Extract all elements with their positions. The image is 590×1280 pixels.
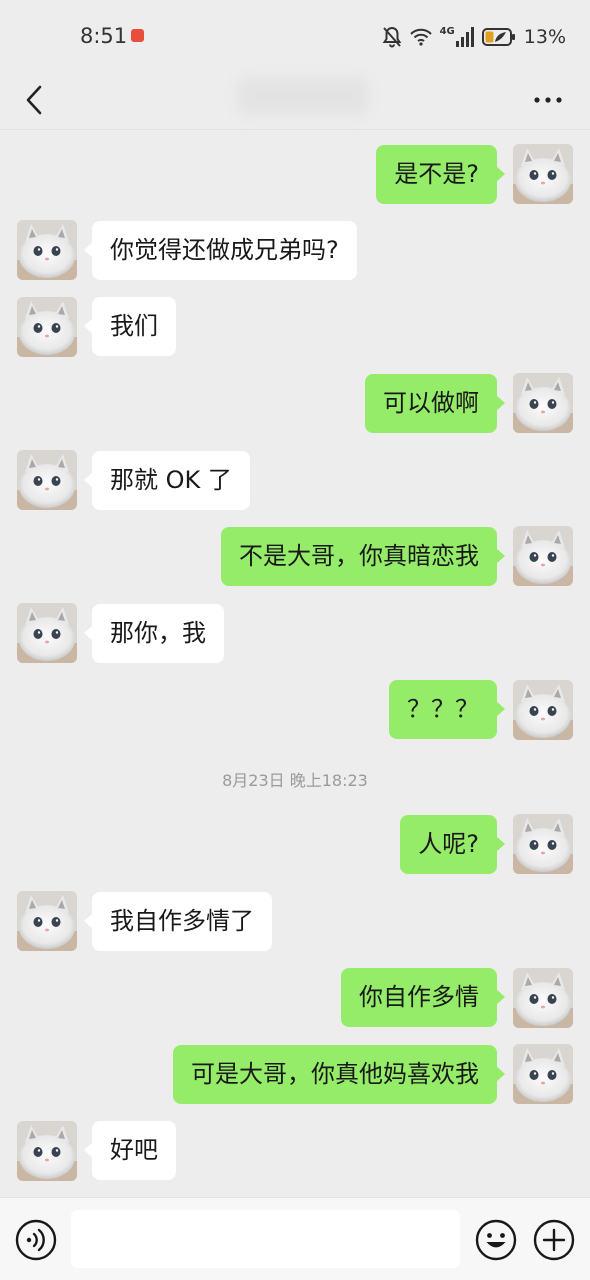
plus-icon [533, 1219, 575, 1261]
status-icons: 4G 13% [382, 24, 566, 50]
outgoing-message[interactable]: ？？？ [389, 680, 505, 739]
my-avatar[interactable] [513, 968, 573, 1028]
my-avatar[interactable] [513, 373, 573, 433]
message-timestamp: 8月23日 晚上18:23 [222, 771, 368, 790]
my-avatar[interactable] [513, 144, 573, 204]
contact-avatar[interactable] [17, 220, 77, 280]
more-button[interactable] [526, 80, 570, 120]
chat-header [0, 72, 590, 130]
emoji-icon [475, 1219, 517, 1261]
incoming-message[interactable]: 我们 [84, 297, 176, 356]
contact-avatar[interactable] [17, 603, 77, 663]
outgoing-message[interactable]: 不是大哥，你真暗恋我 [221, 527, 505, 586]
contact-avatar[interactable] [17, 450, 77, 510]
outgoing-message[interactable]: 你自作多情 [341, 968, 505, 1027]
chevron-left-icon [26, 85, 42, 115]
voice-icon [15, 1219, 57, 1261]
my-avatar[interactable] [513, 526, 573, 586]
wifi-icon [409, 28, 432, 46]
my-avatar[interactable] [513, 814, 573, 874]
network-type: 4G [439, 26, 455, 37]
signal-icon [455, 27, 474, 47]
emoji-button[interactable] [474, 1218, 518, 1262]
battery-percent: 13% [523, 26, 566, 48]
outgoing-message[interactable]: 人呢? [400, 815, 505, 874]
incoming-message[interactable]: 那你，我 [84, 604, 224, 663]
incoming-message[interactable]: 好吧 [84, 1121, 176, 1180]
voice-button[interactable] [14, 1218, 58, 1262]
more-functions-button[interactable] [532, 1218, 576, 1262]
back-button[interactable] [14, 80, 54, 120]
contact-avatar[interactable] [17, 891, 77, 951]
my-avatar[interactable] [513, 680, 573, 740]
contact-avatar[interactable] [17, 1121, 77, 1181]
outgoing-message[interactable]: 是不是? [376, 145, 505, 204]
ellipsis-icon [534, 97, 562, 103]
mute-bell-icon [382, 26, 401, 48]
outgoing-message[interactable]: 可以做啊 [365, 374, 505, 433]
chat-title-blurred [238, 78, 368, 114]
incoming-message[interactable]: 你觉得还做成兄弟吗? [84, 221, 357, 280]
battery-icon [481, 28, 515, 46]
contact-avatar[interactable] [17, 297, 77, 357]
message-input[interactable] [71, 1210, 460, 1268]
my-avatar[interactable] [513, 1044, 573, 1104]
incoming-message[interactable]: 我自作多情了 [84, 892, 272, 951]
status-bar: 8:51 4G 13% [0, 0, 590, 72]
chat-message-list[interactable]: 是不是? 你觉得还做成兄弟吗? 我们 可以做啊 那就 OK 了 不是大哥，你真暗… [0, 131, 590, 1197]
incoming-message[interactable]: 那就 OK 了 [84, 451, 250, 510]
status-time: 8:51 [80, 24, 128, 48]
chat-input-bar [0, 1197, 590, 1280]
notification-app-icon [131, 29, 144, 42]
outgoing-message[interactable]: 可是大哥，你真他妈喜欢我 [173, 1045, 505, 1104]
